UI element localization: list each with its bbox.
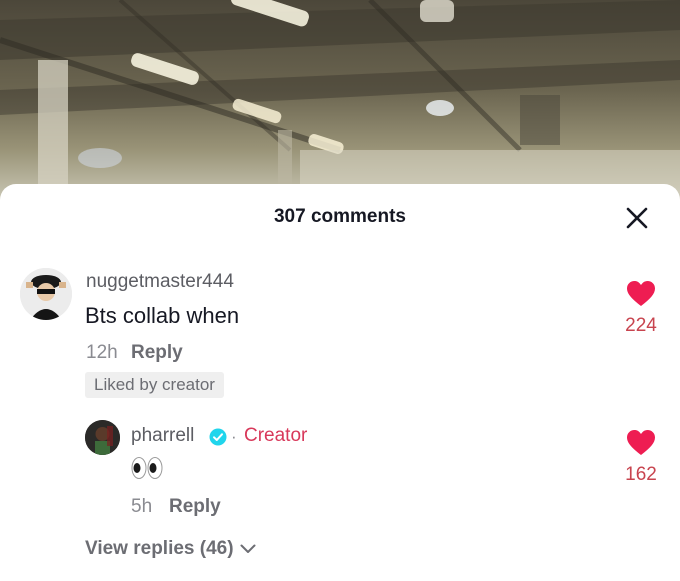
reply-time: 5h (131, 496, 153, 517)
creator-label: Creator (244, 425, 308, 446)
comment-text: Bts collab when (85, 303, 240, 328)
eyes-emoji-icon (131, 457, 163, 479)
heart-icon (627, 430, 655, 455)
reply-username[interactable]: pharrell (131, 425, 194, 447)
view-replies-button[interactable]: View replies (46) (85, 538, 256, 560)
liked-by-creator-badge: Liked by creator (85, 372, 224, 398)
comment-time: 12h (86, 342, 118, 363)
verified-badge-icon (209, 428, 227, 446)
comment-username[interactable]: nuggetmaster444 (86, 271, 234, 293)
like-count: 224 (625, 315, 657, 336)
reply-button[interactable]: Reply (131, 342, 183, 364)
comments-count-title: 307 comments (273, 206, 406, 227)
avatar[interactable] (20, 268, 72, 320)
like-count: 162 (625, 464, 657, 485)
comments-sheet: 307 comments nuggetmaster444 Bts collab … (0, 184, 680, 581)
close-icon (626, 207, 648, 229)
avatar[interactable] (85, 420, 120, 455)
heart-icon (627, 281, 655, 306)
like-button[interactable]: 224 (611, 280, 671, 337)
separator-dot: · (231, 427, 237, 446)
user-avatar-image (20, 268, 72, 320)
like-button[interactable]: 162 (611, 429, 671, 486)
view-replies-label: View replies (46) (85, 538, 234, 559)
video-background (0, 0, 680, 200)
creator-avatar-image (85, 420, 120, 455)
reply-button[interactable]: Reply (169, 496, 221, 518)
close-button[interactable] (623, 204, 651, 232)
chevron-down-icon (240, 544, 256, 553)
